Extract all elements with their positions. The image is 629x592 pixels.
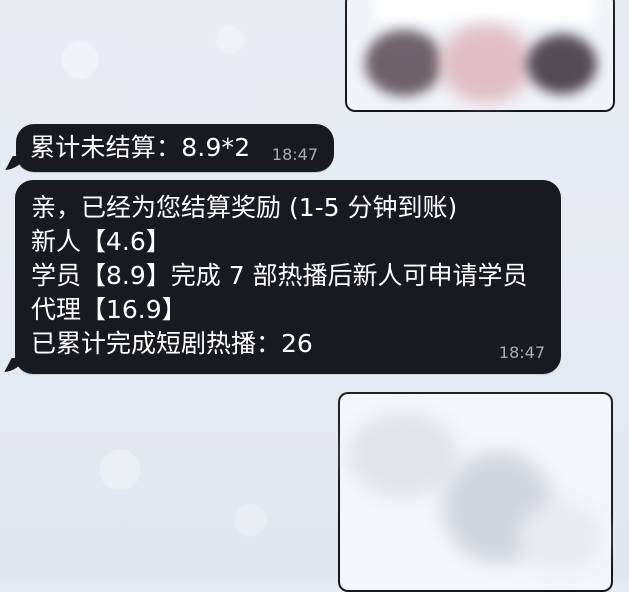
message-timestamp: 18:47 bbox=[498, 343, 545, 362]
image-blur-area bbox=[365, 30, 443, 96]
blurred-image-message-bottom[interactable] bbox=[338, 392, 613, 592]
image-blur-area bbox=[375, 0, 595, 22]
incoming-message-bubble[interactable]: 亲，已经为您结算奖励 (1-5 分钟到账) 新人【4.6】 学员【8.9】完成 … bbox=[15, 180, 561, 374]
incoming-message-bubble[interactable]: 累计未结算：8.9*2 18:47 bbox=[16, 124, 334, 172]
message-line: 代理【16.9】 bbox=[31, 295, 187, 324]
blurred-image-message-top[interactable] bbox=[345, 0, 615, 112]
image-blur-area bbox=[527, 34, 597, 94]
message-text: 累计未结算：8.9*2 bbox=[30, 133, 251, 162]
message-line: 亲，已经为您结算奖励 (1-5 分钟到账) bbox=[31, 193, 458, 222]
image-blur-area bbox=[518, 502, 603, 572]
message-line: 新人【4.6】 bbox=[31, 227, 171, 256]
image-blur-area bbox=[348, 412, 458, 497]
message-line: 学员【8.9】完成 7 部热播后新人可申请学员 bbox=[31, 261, 528, 290]
message-line: 已累计完成短剧热播：26 bbox=[31, 329, 313, 358]
image-blur-area bbox=[440, 24, 532, 102]
message-timestamp: 18:47 bbox=[271, 145, 318, 164]
